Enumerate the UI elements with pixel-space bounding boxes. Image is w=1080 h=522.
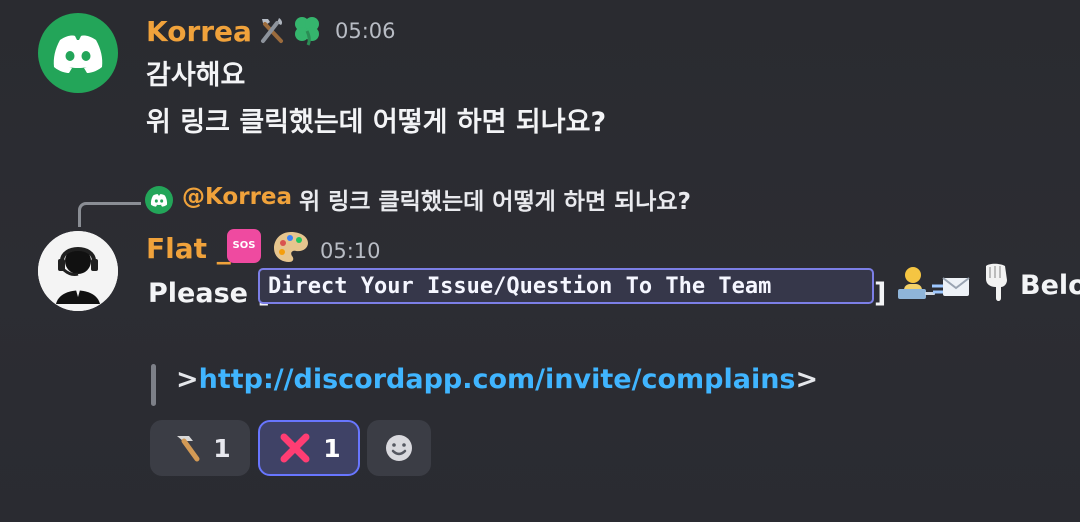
- message-time-flat: 05:10: [320, 239, 381, 263]
- inline-code-block: Direct Your Issue/Question To The Team: [258, 268, 874, 304]
- add-reaction-button[interactable]: [367, 420, 431, 476]
- reaction-count: 1: [323, 433, 341, 463]
- flat-avatar[interactable]: [38, 231, 118, 311]
- message-truncated-text: Belo: [1020, 270, 1080, 301]
- hammer-icon: [169, 431, 203, 465]
- quote-text: >http://discordapp.com/invite/complains>: [176, 364, 818, 395]
- smile-icon: [382, 431, 416, 465]
- sos-button-icon: SOS: [227, 229, 261, 263]
- hammer-wrench-icon: [256, 14, 286, 50]
- discord-logo-icon: [150, 194, 168, 207]
- reaction-count: 1: [213, 433, 231, 463]
- reply-avatar[interactable]: [145, 186, 173, 214]
- message-suffix: ]: [874, 278, 887, 309]
- reaction-cross-mark[interactable]: 1: [258, 420, 360, 476]
- point-down-hand-icon: [978, 260, 1016, 308]
- palette-icon: [272, 229, 310, 269]
- message-author-korrea[interactable]: Korrea: [146, 15, 252, 48]
- reaction-hammer[interactable]: 1: [150, 420, 250, 476]
- quote-prefix: >: [176, 364, 199, 395]
- reply-preview[interactable]: 위 링크 클릭했는데 어떻게 하면 되나요?: [299, 182, 691, 216]
- message-line-1: 감사해요: [146, 60, 246, 91]
- discord-logo-icon: [53, 35, 103, 73]
- reply-mention[interactable]: @Korrea: [182, 184, 292, 210]
- quote-bar: [151, 364, 156, 406]
- cross-mark-icon: [277, 430, 313, 466]
- envelope-with-arrow-icon: [930, 270, 972, 308]
- invite-link[interactable]: http://discordapp.com/invite/complains: [199, 364, 796, 395]
- discord-avatar[interactable]: [38, 13, 118, 93]
- message-author-flat[interactable]: Flat _: [146, 232, 231, 265]
- reply-connector: [78, 202, 141, 227]
- message-prefix: Please [: [148, 278, 270, 309]
- quote-suffix: >: [795, 364, 819, 395]
- message-time-korrea: 05:06: [335, 19, 396, 43]
- four-leaf-clover-icon: [290, 14, 324, 50]
- message-line-2: 위 링크 클릭했는데 어떻게 하면 되나요?: [146, 107, 607, 138]
- discord-chat-page: Korrea 05:06 감사해요 위 링크 클릭했는데 어떻게 하면 되나요?…: [0, 0, 1080, 522]
- headset-person-icon: [38, 231, 118, 311]
